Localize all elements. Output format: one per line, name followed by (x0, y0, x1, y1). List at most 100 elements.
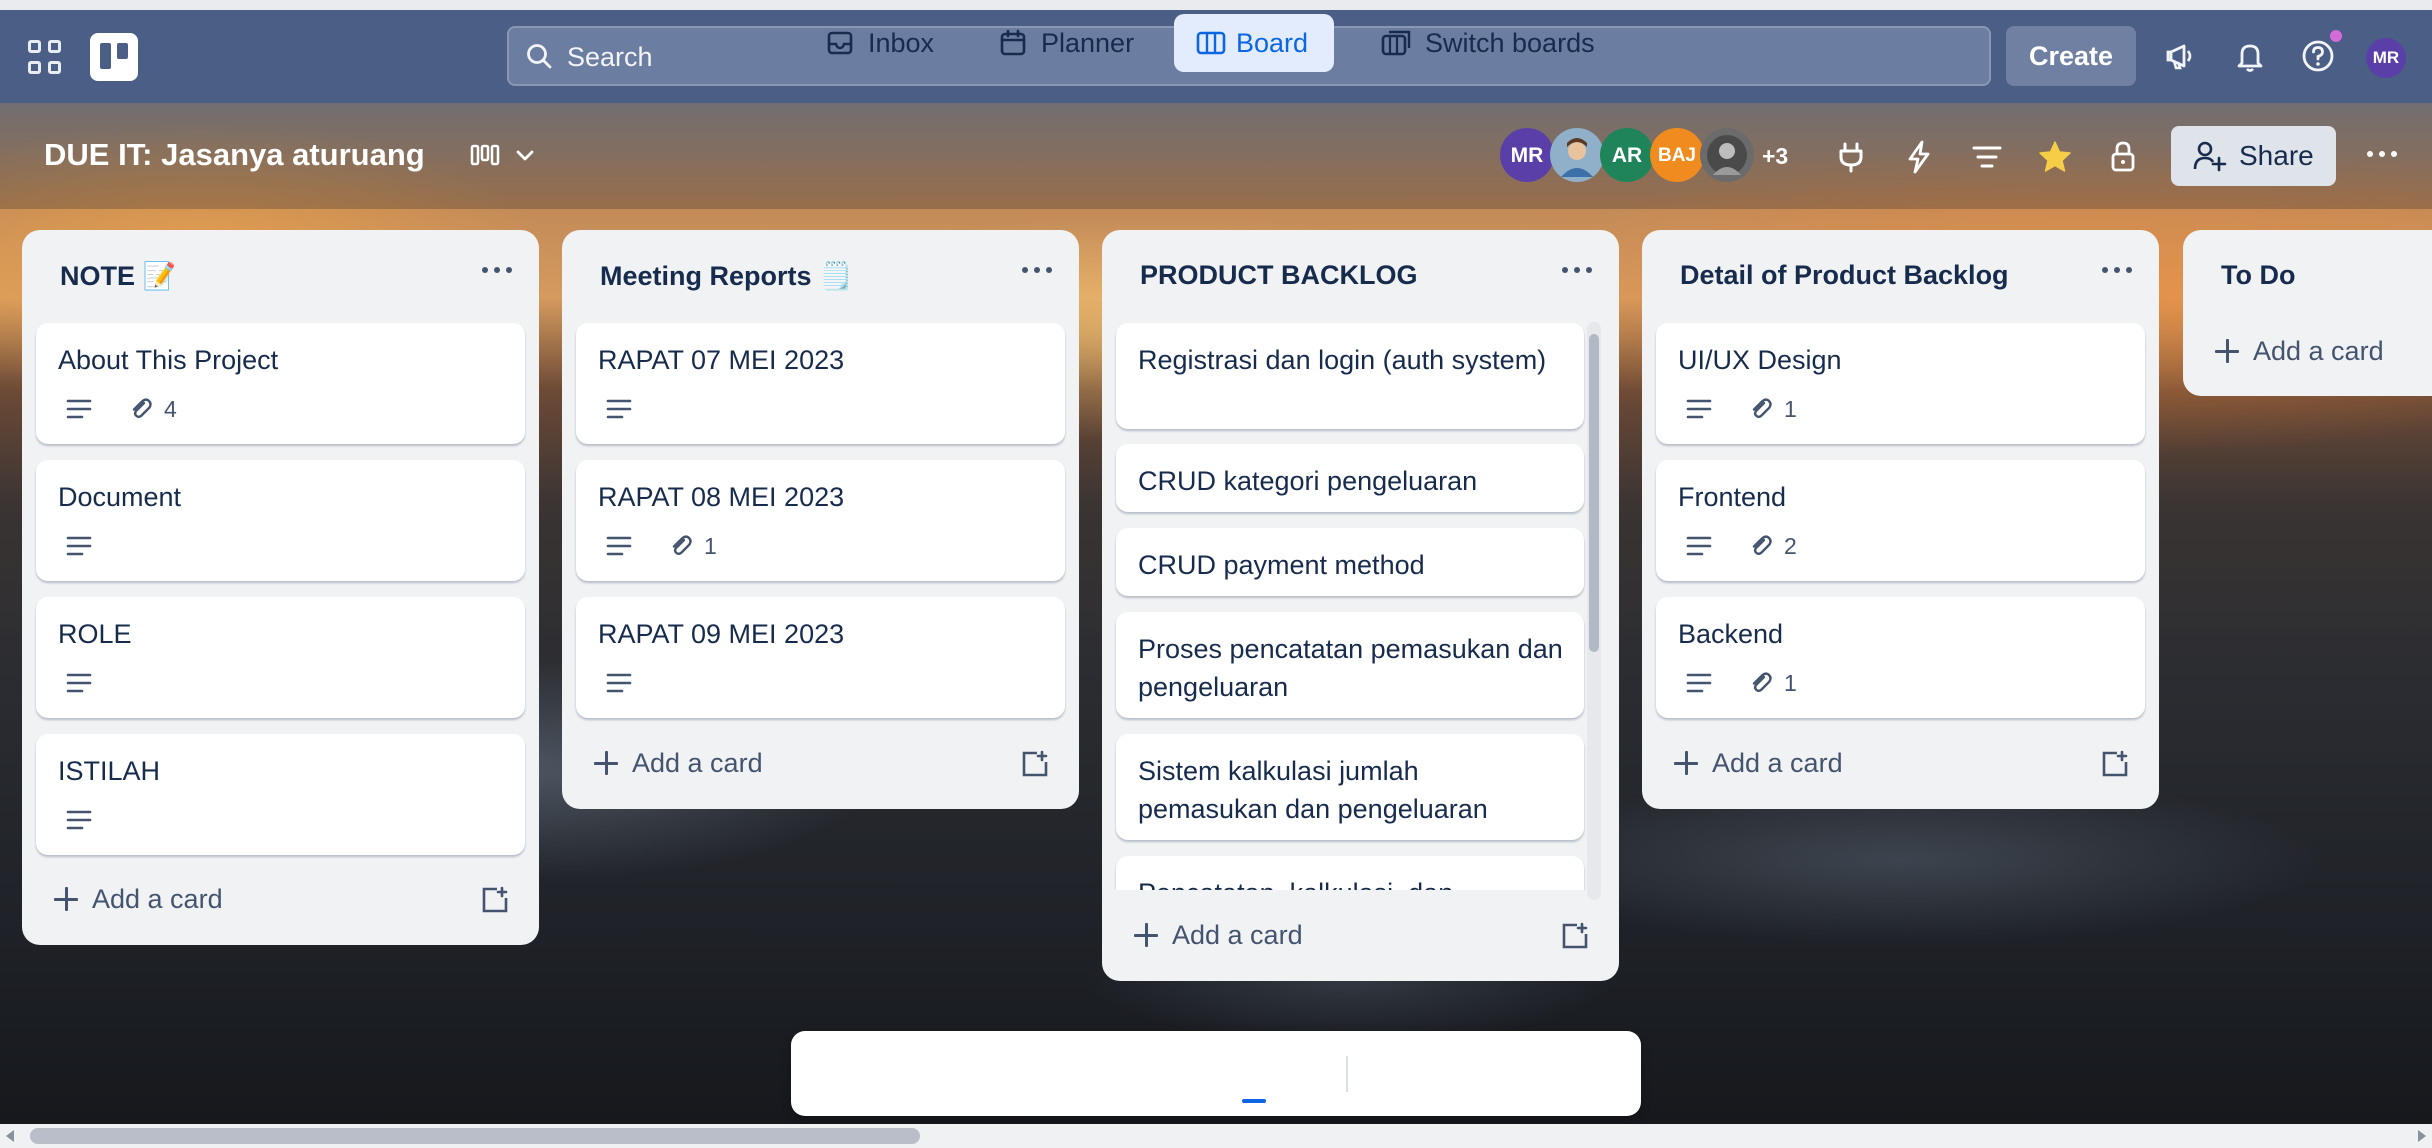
list-more-icon[interactable] (2099, 260, 2135, 280)
card-template-icon[interactable] (1560, 921, 1590, 951)
megaphone-icon[interactable] (2162, 36, 2202, 76)
add-card-label: Add a card (1712, 748, 1843, 778)
add-card-button[interactable]: Add a card (1134, 920, 1303, 951)
plus-icon (1134, 923, 1158, 947)
card-title: Backend (1678, 619, 1784, 649)
card-template-icon[interactable] (480, 885, 510, 915)
attachment-count: 1 (1784, 670, 1797, 696)
trello-logo-icon[interactable] (90, 33, 138, 81)
switcher-switch-boards[interactable]: Switch boards (1381, 14, 1621, 72)
board-icon (1196, 31, 1226, 55)
add-card-label: Add a card (92, 884, 223, 914)
power-up-icon[interactable] (1832, 138, 1870, 176)
list-card[interactable]: CRUD payment method (1116, 528, 1584, 596)
calendar-icon (1000, 29, 1026, 56)
list-title[interactable]: Detail of Product Backlog (1680, 260, 2009, 291)
list-card[interactable]: Frontend 2 (1656, 460, 2145, 581)
member-avatar-photo[interactable] (1550, 128, 1604, 182)
card-title: Registrasi dan login (auth system) (1138, 345, 1547, 375)
card-title: ROLE (58, 619, 132, 649)
card-template-icon[interactable] (1020, 749, 1050, 779)
apps-grid-icon[interactable] (28, 40, 62, 74)
attachment-count: 2 (1784, 533, 1797, 559)
member-photo-icon (1561, 138, 1593, 177)
list-more-icon[interactable] (1019, 260, 1055, 280)
member-avatar[interactable]: MR (1500, 128, 1554, 182)
attachment-count: 1 (1784, 396, 1797, 422)
switcher-inbox[interactable]: Inbox (826, 14, 966, 72)
filter-icon[interactable] (1968, 138, 2006, 176)
scroll-right-arrow-icon[interactable] (2418, 1130, 2426, 1142)
horizontal-scrollbar-thumb[interactable] (30, 1128, 920, 1144)
list-title[interactable]: PRODUCT BACKLOG (1140, 260, 1418, 291)
lock-icon[interactable] (2104, 138, 2142, 176)
list-card[interactable]: ISTILAH (36, 734, 525, 855)
add-card-label: Add a card (1172, 920, 1303, 950)
card-title: Document (58, 482, 182, 512)
switcher-divider (1346, 1056, 1348, 1092)
list-card[interactable]: RAPAT 09 MEI 2023 (576, 597, 1065, 718)
switcher-planner-label: Planner (1041, 28, 1135, 58)
plus-icon (1674, 751, 1698, 775)
switcher-inbox-label: Inbox (868, 28, 935, 58)
scroll-left-arrow-icon[interactable] (6, 1130, 14, 1142)
board-view-switcher-icon[interactable] (470, 140, 540, 172)
list-title[interactable]: NOTE 📝 (60, 260, 176, 292)
list-card[interactable]: Document (36, 460, 525, 581)
list-card[interactable]: Sistem kalkulasi jumlah pemasukan dan pe… (1116, 734, 1584, 840)
account-avatar[interactable]: MR (2366, 38, 2406, 78)
add-card-button[interactable]: Add a card (54, 884, 223, 915)
list-card[interactable]: Backend 1 (1656, 597, 2145, 718)
card-title: ISTILAH (58, 756, 161, 786)
description-icon (606, 536, 632, 556)
board-title[interactable]: DUE IT: Jasanya aturuang (44, 137, 425, 173)
list-more-icon[interactable] (1559, 260, 1595, 280)
list-card[interactable]: Registrasi dan login (auth system) (1116, 323, 1584, 429)
plus-icon (54, 887, 78, 911)
list-more-icon[interactable] (479, 260, 515, 280)
card-title: Proses pencatatan pemasukan dan pengelua… (1138, 634, 1563, 702)
member-avatar[interactable]: BAJ (1650, 128, 1704, 182)
more-members-count[interactable]: +3 (1762, 143, 1788, 170)
add-card-button[interactable]: Add a card (2215, 336, 2384, 367)
switcher-switch-boards-label: Switch boards (1425, 28, 1595, 58)
switcher-board[interactable]: Board (1174, 14, 1334, 72)
star-icon[interactable] (2036, 138, 2074, 176)
member-avatar-photo[interactable] (1700, 128, 1754, 182)
card-list-scroll-area[interactable]: Registrasi dan login (auth system) CRUD … (1102, 316, 1602, 890)
switcher-active-indicator (1242, 1099, 1266, 1103)
share-button[interactable]: Share (2171, 126, 2336, 186)
card-template-icon[interactable] (2100, 749, 2130, 779)
list-card[interactable]: Proses pencatatan pemasukan dan pengelua… (1116, 612, 1584, 718)
list-card[interactable]: UI/UX Design 1 (1656, 323, 2145, 444)
member-avatar[interactable]: AR (1600, 128, 1654, 182)
add-card-button[interactable]: Add a card (1674, 748, 1843, 779)
create-button[interactable]: Create (2006, 26, 2136, 86)
attachment-count: 4 (164, 396, 177, 422)
list-card[interactable]: RAPAT 08 MEI 2023 1 (576, 460, 1065, 581)
list-detail-product-backlog[interactable]: Detail of Product Backlog UI/UX Design 1… (1642, 230, 2159, 809)
list-card[interactable]: Pencatatan, kalkulasi, dan (1116, 856, 1584, 890)
switcher-planner[interactable]: Planner (999, 14, 1159, 72)
list-card[interactable]: RAPAT 07 MEI 2023 (576, 323, 1065, 444)
bottom-view-switcher (791, 1031, 1641, 1116)
list-product-backlog[interactable]: PRODUCT BACKLOG Registrasi dan login (au… (1102, 230, 1619, 981)
list-card[interactable]: About This Project 4 (36, 323, 525, 444)
list-title[interactable]: To Do (2221, 260, 2295, 291)
automation-icon[interactable] (1900, 138, 1938, 176)
bell-icon[interactable] (2230, 36, 2270, 76)
board-header: DUE IT: Jasanya aturuang MR AR BAJ +3 Sh… (0, 103, 2432, 209)
list-card[interactable]: CRUD kategori pengeluaran (1116, 444, 1584, 512)
card-title: CRUD payment method (1138, 550, 1425, 580)
list-to-do[interactable]: To Do Add a card (2183, 230, 2432, 396)
card-title: UI/UX Design (1678, 345, 1842, 375)
add-card-button[interactable]: Add a card (594, 748, 763, 779)
list-scrollbar-thumb[interactable] (1589, 334, 1599, 652)
list-card[interactable]: ROLE (36, 597, 525, 718)
more-icon[interactable] (2362, 139, 2402, 169)
list-title[interactable]: Meeting Reports 🗒️ (600, 260, 853, 292)
list-meeting-reports[interactable]: Meeting Reports 🗒️ RAPAT 07 MEI 2023 RAP… (562, 230, 1079, 809)
card-title: Frontend (1678, 482, 1787, 512)
plus-icon (594, 751, 618, 775)
list-note[interactable]: NOTE 📝 About This Project 4 Document ROL… (22, 230, 539, 945)
